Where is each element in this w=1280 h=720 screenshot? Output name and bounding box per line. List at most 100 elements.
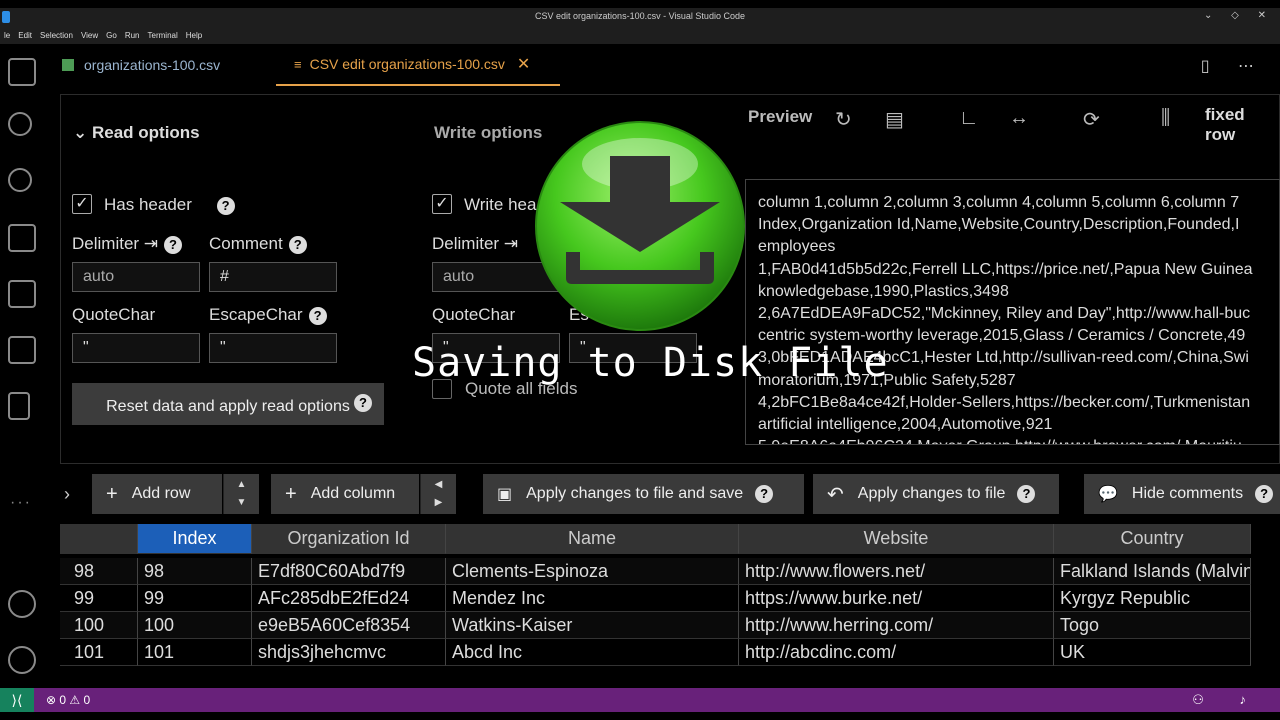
- reset-read-options-button[interactable]: Reset data and apply read options ?: [72, 383, 384, 425]
- column-header-name[interactable]: Name: [446, 524, 739, 554]
- bottom-border: [0, 712, 1280, 720]
- preview-line: knowledgebase,1990,Plastics,3498: [758, 282, 1009, 300]
- preview-line: artificial intelligence,2004,Automotive,…: [758, 416, 1053, 434]
- table-row[interactable]: 101 101 shdjs3jhehcmvc Abcd Inc http://a…: [60, 639, 1251, 666]
- preview-line: Index,Organization Id,Name,Website,Count…: [758, 216, 1240, 234]
- sync-icon[interactable]: ⟳: [1083, 107, 1100, 132]
- column-header-website[interactable]: Website: [739, 524, 1054, 554]
- help-icon[interactable]: ?: [1255, 485, 1274, 503]
- error-icon: ⊗: [46, 693, 60, 707]
- more-icon[interactable]: ···: [10, 494, 32, 512]
- notebook-icon[interactable]: [8, 392, 30, 420]
- help-icon[interactable]: ?: [354, 394, 372, 412]
- columns-icon[interactable]: ⫼: [1161, 107, 1170, 130]
- expand-horizontal-icon[interactable]: ↔: [1009, 107, 1029, 130]
- menu-view[interactable]: View: [77, 28, 102, 44]
- remote-icon[interactable]: ⟩⟨: [0, 688, 34, 712]
- tab-bar: organizations-100.csv ≡ CSV edit organiz…: [46, 44, 1280, 86]
- menu-bar: le Edit Selection View Go Run Terminal H…: [0, 28, 1280, 44]
- escapechar-label: EscapeChar?: [209, 305, 327, 325]
- warning-icon: ⚠: [69, 693, 84, 707]
- settings-gear-icon[interactable]: [8, 646, 36, 674]
- write-delimiter-label: Delimiter ⇥: [432, 234, 519, 253]
- preview-line: employees: [758, 238, 836, 256]
- account-icon[interactable]: [8, 590, 36, 618]
- table-row[interactable]: 99 99 AFc285dbE2fEd24 Mendez Inc https:/…: [60, 585, 1251, 612]
- copy-icon[interactable]: ▤: [885, 107, 904, 132]
- fixed-rows-label[interactable]: fixed row: [1205, 105, 1279, 145]
- menu-file[interactable]: le: [0, 28, 14, 44]
- row-number-header: [60, 524, 138, 554]
- preview-line: 4,2bFC1Be8a4ce42f,Holder-Sellers,https:/…: [758, 393, 1251, 411]
- remote-explorer-icon[interactable]: [8, 336, 36, 364]
- write-options-header[interactable]: Write options: [434, 123, 542, 143]
- help-icon[interactable]: ?: [755, 485, 774, 503]
- explorer-icon[interactable]: [8, 58, 36, 86]
- preview-icon: ≡: [294, 56, 302, 72]
- chevron-right-icon[interactable]: ›: [64, 484, 70, 505]
- download-icon: [535, 121, 745, 331]
- help-icon[interactable]: ?: [288, 235, 307, 254]
- data-table: Index Organization Id Name Website Count…: [60, 524, 1251, 668]
- write-header-label: Write hea: [464, 195, 537, 214]
- menu-run[interactable]: Run: [121, 28, 144, 44]
- menu-edit[interactable]: Edit: [14, 28, 36, 44]
- column-header-country[interactable]: Country: [1054, 524, 1251, 554]
- help-icon[interactable]: ?: [164, 235, 183, 254]
- write-header-checkbox[interactable]: ✓: [432, 194, 452, 214]
- has-header-checkbox[interactable]: ✓: [72, 194, 92, 214]
- tab-label: organizations-100.csv: [84, 57, 221, 73]
- status-bar: ⟩⟨ ⊗ 0 ⚠ 0 ⚇ ♪: [0, 688, 1280, 712]
- menu-go[interactable]: Go: [102, 28, 121, 44]
- quotechar-input[interactable]: ": [72, 333, 200, 363]
- escapechar-input[interactable]: ": [209, 333, 337, 363]
- menu-terminal[interactable]: Terminal: [144, 28, 182, 44]
- extensions-icon[interactable]: [8, 280, 36, 308]
- column-header-index[interactable]: Index: [138, 524, 252, 554]
- preview-line: 5,9eE8A6a4Eb96C24,Mayer Group,http://www…: [758, 436, 1279, 444]
- column-position-stepper[interactable]: ◀ ▶: [420, 474, 456, 514]
- tab-organizations-csv[interactable]: organizations-100.csv: [62, 44, 220, 86]
- hide-comments-button[interactable]: 💬 Hide comments?: [1084, 474, 1280, 514]
- row-position-stepper[interactable]: ▲ ▼: [223, 474, 259, 514]
- window-title: CSV edit organizations-100.csv - Visual …: [535, 11, 745, 21]
- undo-arrow-icon: ↶: [827, 483, 844, 506]
- apply-and-save-button[interactable]: ▣ Apply changes to file and save?: [483, 474, 804, 514]
- help-icon[interactable]: ?: [308, 306, 327, 325]
- tab-csv-edit[interactable]: ≡ CSV edit organizations-100.csv ✕: [276, 44, 560, 86]
- preview-line: column 1,column 2,column 3,column 4,colu…: [758, 194, 1240, 211]
- window-controls[interactable]: ⌄ ◇ ✕: [1204, 10, 1274, 21]
- search-icon[interactable]: [8, 112, 32, 136]
- has-header-label: Has header ?: [104, 195, 235, 215]
- ruler-icon[interactable]: ∟: [959, 107, 979, 130]
- csv-preview[interactable]: column 1,column 2,column 3,column 4,colu…: [745, 179, 1280, 445]
- run-debug-icon[interactable]: [8, 224, 36, 252]
- column-header-organization-id[interactable]: Organization Id: [252, 524, 446, 554]
- table-row[interactable]: 98 98 E7df80C60Abd7f9 Clements-Espinoza …: [60, 558, 1251, 585]
- table-header-row: Index Organization Id Name Website Count…: [60, 524, 1251, 554]
- title-bar: CSV edit organizations-100.csv - Visual …: [0, 8, 1280, 28]
- source-control-icon[interactable]: [8, 168, 32, 192]
- table-row[interactable]: 100 100 e9eB5A60Cef8354 Watkins-Kaiser h…: [60, 612, 1251, 639]
- menu-help[interactable]: Help: [182, 28, 206, 44]
- saving-overlay-text: Saving to Disk File: [412, 340, 889, 386]
- preview-line: 1,FAB0d41d5b5d22c,Ferrell LLC,https://pr…: [758, 260, 1253, 278]
- editor-actions[interactable]: ▯ ⋯: [1201, 56, 1266, 76]
- comments-icon: 💬: [1098, 486, 1118, 503]
- close-icon[interactable]: ✕: [517, 54, 530, 74]
- comment-input[interactable]: #: [209, 262, 337, 292]
- refresh-icon[interactable]: ↻: [835, 107, 852, 132]
- notifications-area[interactable]: ⚇ ♪: [1192, 692, 1262, 708]
- apply-changes-button[interactable]: ↶ Apply changes to file?: [813, 474, 1059, 514]
- add-row-button[interactable]: + Add row: [92, 474, 222, 514]
- delimiter-input[interactable]: auto: [72, 262, 200, 292]
- read-options-header[interactable]: ⌄ Read options: [73, 123, 200, 143]
- help-icon[interactable]: ?: [1017, 485, 1036, 503]
- problems-indicator[interactable]: ⊗ 0 ⚠ 0: [46, 693, 90, 707]
- help-icon[interactable]: ?: [216, 196, 235, 215]
- preview-title: Preview: [748, 107, 813, 126]
- write-quotechar-label: QuoteChar: [432, 305, 516, 324]
- add-column-button[interactable]: + Add column: [271, 474, 419, 514]
- delimiter-label: Delimiter ⇥?: [72, 234, 183, 254]
- menu-selection[interactable]: Selection: [36, 28, 77, 44]
